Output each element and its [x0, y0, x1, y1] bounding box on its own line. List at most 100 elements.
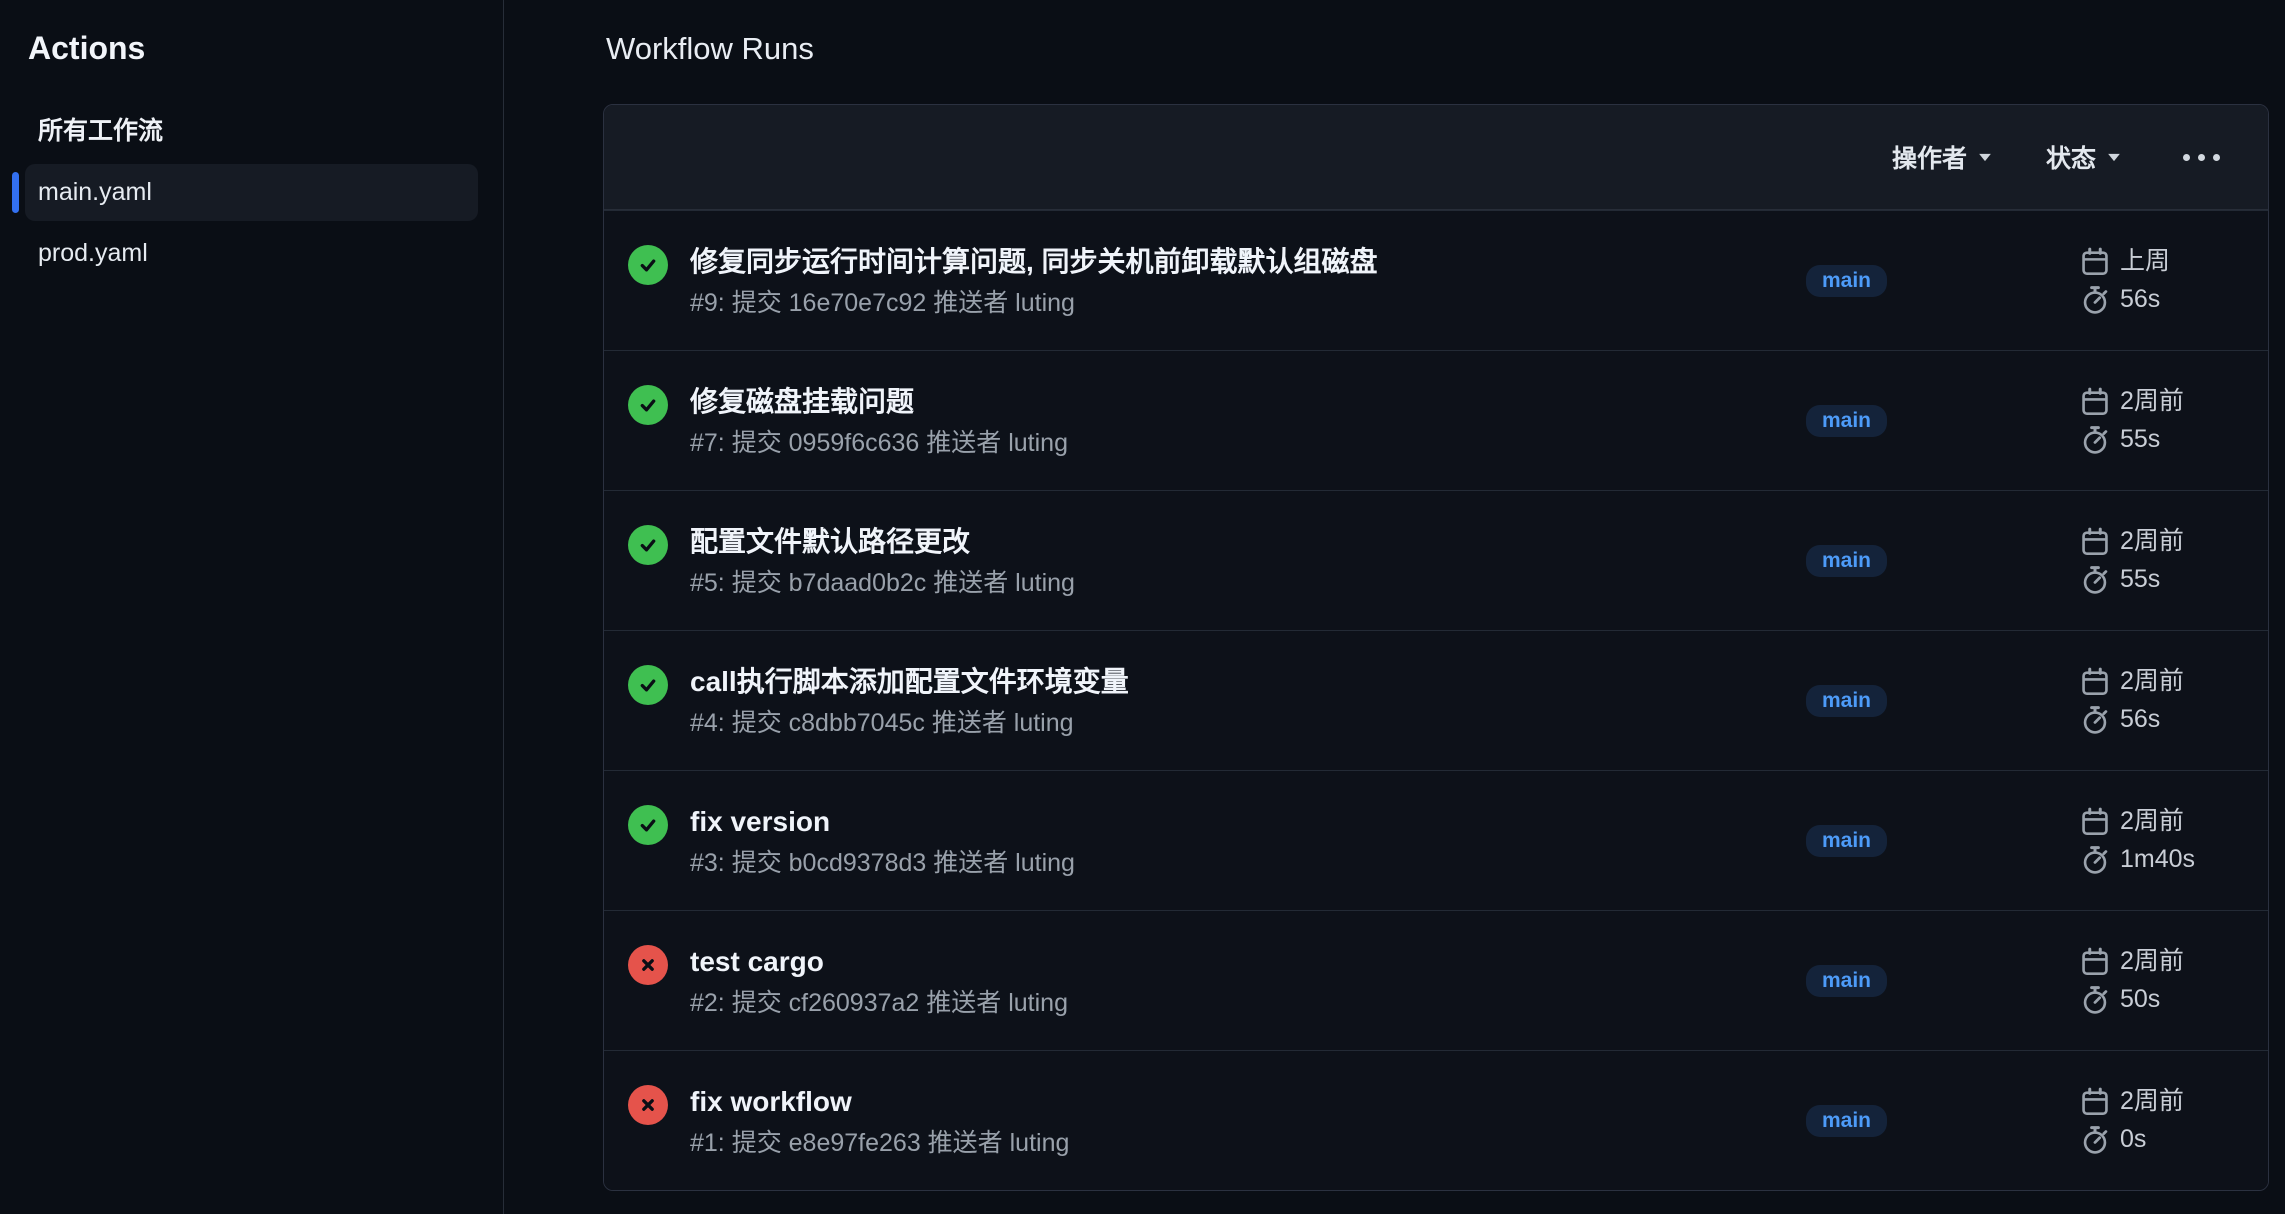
run-meta-column: 2周前 55s [2080, 526, 2240, 595]
run-date-text: 2周前 [2120, 806, 2184, 837]
branch-badge[interactable]: main [1806, 1105, 1887, 1137]
run-commit-info: #9: 提交 16e70e7c92 推送者 luting [690, 287, 1790, 319]
run-commit-info: #5: 提交 b7daad0b2c 推送者 luting [690, 567, 1790, 599]
stopwatch-icon [2080, 705, 2110, 735]
kebab-horizontal-icon [2198, 154, 2205, 161]
run-date: 上周 [2080, 246, 2240, 277]
run-title-link[interactable]: fix version [690, 803, 1790, 841]
calendar-icon [2080, 947, 2110, 977]
run-duration: 50s [2080, 984, 2240, 1015]
selected-accent-bar [12, 172, 19, 213]
run-duration-text: 0s [2120, 1124, 2146, 1155]
run-status-x-icon [628, 945, 668, 985]
calendar-icon [2080, 667, 2110, 697]
branch-badge[interactable]: main [1806, 265, 1887, 297]
branch-column: main [1790, 405, 2080, 437]
calendar-icon [2080, 807, 2110, 837]
page-title: Workflow Runs [606, 27, 2269, 70]
run-title-link[interactable]: 配置文件默认路径更改 [690, 523, 1790, 561]
sidebar-item-main-yaml[interactable]: main.yaml [25, 164, 478, 221]
stopwatch-icon [2080, 985, 2110, 1015]
all-workflows-label: 所有工作流 [38, 115, 478, 147]
run-title-link[interactable]: call执行脚本添加配置文件环境变量 [690, 663, 1790, 701]
run-meta-column: 2周前 0s [2080, 1086, 2240, 1155]
kebab-horizontal-icon [2183, 154, 2190, 161]
run-text: test cargo #2: 提交 cf260937a2 推送者 luting [690, 943, 1790, 1019]
branch-badge[interactable]: main [1806, 685, 1887, 717]
workflow-run-row[interactable]: test cargo #2: 提交 cf260937a2 推送者 luting … [604, 910, 2268, 1050]
run-meta-column: 2周前 1m40s [2080, 806, 2240, 875]
actions-sidebar: Actions 所有工作流 main.yaml prod.yaml [0, 0, 504, 1214]
run-title-link[interactable]: 修复同步运行时间计算问题, 同步关机前卸载默认组磁盘 [690, 243, 1790, 281]
run-status-x-icon [628, 1085, 668, 1125]
run-title-link[interactable]: fix workflow [690, 1083, 1790, 1121]
run-meta-column: 2周前 50s [2080, 946, 2240, 1015]
workflow-runs-main: Workflow Runs 操作者 状态 [504, 0, 2285, 1214]
branch-column: main [1790, 545, 2080, 577]
branch-column: main [1790, 265, 2080, 297]
runs-filter-bar: 操作者 状态 [604, 105, 2268, 210]
workflow-run-row[interactable]: 修复磁盘挂载问题 #7: 提交 0959f6c636 推送者 luting ma… [604, 350, 2268, 490]
run-text: fix version #3: 提交 b0cd9378d3 推送者 luting [690, 803, 1790, 879]
run-duration: 56s [2080, 704, 2240, 735]
run-duration-text: 56s [2120, 284, 2160, 315]
run-date: 2周前 [2080, 386, 2240, 417]
run-meta-column: 2周前 55s [2080, 386, 2240, 455]
run-duration: 1m40s [2080, 844, 2240, 875]
sidebar-item-prod-yaml[interactable]: prod.yaml [25, 225, 478, 282]
run-duration: 0s [2080, 1124, 2240, 1155]
run-status-check-icon [628, 385, 668, 425]
run-title-link[interactable]: 修复磁盘挂载问题 [690, 383, 1790, 421]
workflow-run-row[interactable]: fix version #3: 提交 b0cd9378d3 推送者 luting… [604, 770, 2268, 910]
run-commit-info: #3: 提交 b0cd9378d3 推送者 luting [690, 847, 1790, 879]
run-text: fix workflow #1: 提交 e8e97fe263 推送者 lutin… [690, 1083, 1790, 1159]
run-meta-column: 上周 56s [2080, 246, 2240, 315]
run-duration-text: 55s [2120, 424, 2160, 455]
run-commit-info: #2: 提交 cf260937a2 推送者 luting [690, 987, 1790, 1019]
branch-badge[interactable]: main [1806, 965, 1887, 997]
branch-column: main [1790, 685, 2080, 717]
workflow-run-row[interactable]: 修复同步运行时间计算问题, 同步关机前卸载默认组磁盘 #9: 提交 16e70e… [604, 210, 2268, 350]
run-date-text: 上周 [2120, 246, 2170, 277]
branch-badge[interactable]: main [1806, 825, 1887, 857]
status-filter-button[interactable]: 状态 [2044, 133, 2123, 181]
branch-column: main [1790, 1105, 2080, 1137]
calendar-icon [2080, 387, 2110, 417]
actor-filter-label: 操作者 [1892, 139, 1967, 175]
run-commit-info: #7: 提交 0959f6c636 推送者 luting [690, 427, 1790, 459]
workflow-run-row[interactable]: fix workflow #1: 提交 e8e97fe263 推送者 lutin… [604, 1050, 2268, 1190]
run-commit-info: #4: 提交 c8dbb7045c 推送者 luting [690, 707, 1790, 739]
branch-column: main [1790, 965, 2080, 997]
workflow-run-row[interactable]: call执行脚本添加配置文件环境变量 #4: 提交 c8dbb7045c 推送者… [604, 630, 2268, 770]
branch-badge[interactable]: main [1806, 405, 1887, 437]
workflow-run-row[interactable]: 配置文件默认路径更改 #5: 提交 b7daad0b2c 推送者 luting … [604, 490, 2268, 630]
stopwatch-icon [2080, 565, 2110, 595]
run-text: 修复磁盘挂载问题 #7: 提交 0959f6c636 推送者 luting [690, 383, 1790, 459]
kebab-horizontal-icon [2213, 154, 2220, 161]
run-duration-text: 1m40s [2120, 844, 2195, 875]
run-duration-text: 50s [2120, 984, 2160, 1015]
run-date-text: 2周前 [2120, 666, 2184, 697]
sidebar-title: Actions [28, 28, 478, 68]
status-filter-label: 状态 [2046, 139, 2096, 175]
workflow-runs-panel: 操作者 状态 修复同步运行时间计算问题, 同步关机前卸载默认组磁盘 #9: 提交 [603, 104, 2269, 1191]
run-date-text: 2周前 [2120, 386, 2184, 417]
run-date: 2周前 [2080, 666, 2240, 697]
run-status-check-icon [628, 665, 668, 705]
run-date: 2周前 [2080, 526, 2240, 557]
calendar-icon [2080, 527, 2110, 557]
chevron-down-icon [2107, 153, 2121, 162]
stopwatch-icon [2080, 285, 2110, 315]
run-title-link[interactable]: test cargo [690, 943, 1790, 981]
run-date: 2周前 [2080, 806, 2240, 837]
run-duration: 56s [2080, 284, 2240, 315]
branch-badge[interactable]: main [1806, 545, 1887, 577]
stopwatch-icon [2080, 425, 2110, 455]
more-options-button[interactable] [2179, 144, 2224, 171]
run-date: 2周前 [2080, 1086, 2240, 1117]
chevron-down-icon [1978, 153, 1992, 162]
sidebar-item-label: prod.yaml [38, 239, 148, 268]
run-date-text: 2周前 [2120, 526, 2184, 557]
actor-filter-button[interactable]: 操作者 [1890, 133, 1994, 181]
calendar-icon [2080, 247, 2110, 277]
